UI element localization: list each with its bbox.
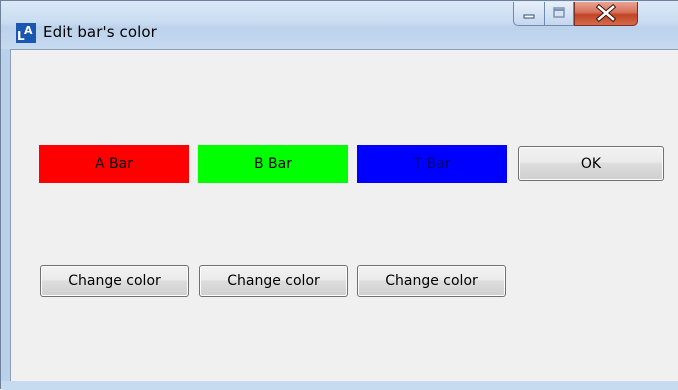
change-color-b-button[interactable]: Change color	[199, 265, 348, 297]
minimize-button[interactable]	[513, 2, 545, 26]
app-logo-icon: L A	[16, 23, 36, 43]
minimize-icon	[523, 14, 535, 19]
maximize-button[interactable]	[544, 2, 574, 26]
close-icon	[595, 3, 617, 23]
change-color-t-button[interactable]: Change color	[357, 265, 506, 297]
change-color-a-button[interactable]: Change color	[40, 265, 189, 297]
ok-button[interactable]: OK	[518, 146, 664, 181]
t-bar-label: T Bar	[413, 156, 451, 172]
b-bar-swatch: B Bar	[198, 145, 348, 183]
b-bar-label: B Bar	[254, 156, 292, 172]
close-button[interactable]	[574, 2, 638, 26]
maximize-icon	[553, 7, 565, 18]
window-title: Edit bar's color	[43, 23, 157, 41]
a-bar-label: A Bar	[95, 156, 133, 172]
a-bar-swatch: A Bar	[39, 145, 189, 183]
svg-text:A: A	[24, 24, 33, 37]
dialog-content	[10, 49, 678, 381]
dialog-window: L A Edit bar's color A Bar B Bar T Bar O…	[0, 0, 678, 390]
t-bar-swatch: T Bar	[357, 145, 507, 183]
